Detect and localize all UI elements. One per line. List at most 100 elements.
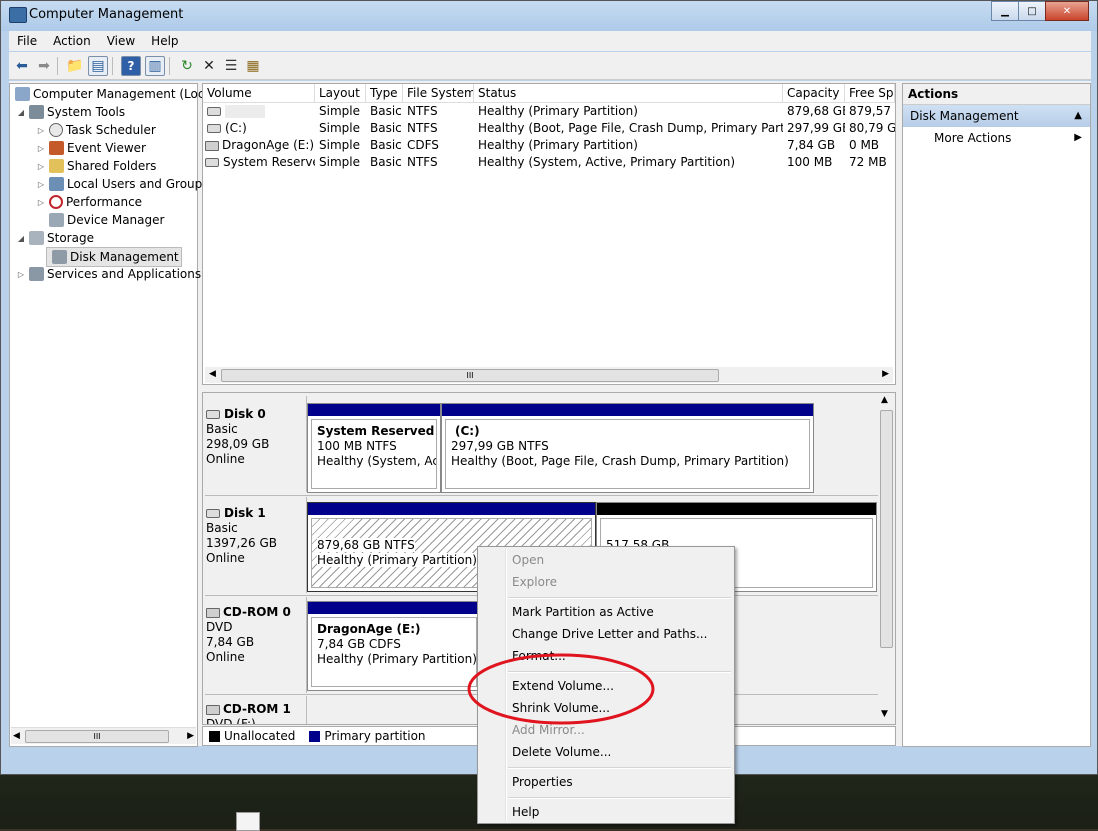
volume-icon [207, 124, 221, 133]
help-icon[interactable]: ? [121, 55, 141, 76]
tree-horizontal-scrollbar[interactable]: ◀ III ▶ [11, 727, 196, 744]
table-row[interactable]: DragonAge (E:) Simple Basic CDFS Healthy… [203, 137, 895, 154]
menu-file[interactable]: File [9, 34, 45, 48]
close-button[interactable]: ✕ [1045, 1, 1089, 21]
console-tree: Computer Management (Local ◢ System Tool… [9, 83, 215, 747]
scroll-right-icon[interactable]: ▶ [882, 369, 889, 379]
cdrom-0-info[interactable]: CD-ROM 0 DVD 7,84 GB Online [206, 605, 304, 665]
volume-icon [205, 158, 219, 167]
tree-node-storage[interactable]: ◢ Storage [16, 229, 94, 247]
graph-scroll-thumb[interactable] [880, 410, 893, 648]
tree-node-root[interactable]: Computer Management (Local [12, 85, 215, 103]
tree-scroll-thumb[interactable]: III [25, 730, 169, 743]
menu-properties[interactable]: Properties [512, 773, 573, 791]
disk-0-info[interactable]: Disk 0 Basic 298,09 GB Online [206, 407, 304, 467]
properties-icon[interactable]: ☰ [222, 57, 240, 75]
expand-arrow-icon[interactable]: ▷ [36, 126, 46, 135]
menu-format[interactable]: Format... [512, 647, 566, 665]
tree-node-device-manager[interactable]: Device Manager [46, 211, 164, 229]
export-icon[interactable]: ▦ [244, 57, 262, 75]
scroll-up-icon[interactable]: ▲ [881, 395, 888, 405]
expand-arrow-icon[interactable]: ▷ [36, 162, 46, 171]
column-capacity[interactable]: Capacity [783, 84, 845, 102]
event-viewer-icon [49, 141, 64, 155]
column-type[interactable]: Type [366, 84, 403, 102]
refresh-icon[interactable]: ↻ [178, 57, 196, 75]
submenu-arrow-icon: ▶ [1074, 132, 1082, 143]
menu-extend-volume[interactable]: Extend Volume... [512, 677, 614, 695]
show-hide-tree-icon[interactable]: ▤ [88, 55, 108, 76]
volume-list-horizontal-scrollbar[interactable]: ◀ III ▶ [205, 367, 893, 383]
table-row[interactable]: System Reserved Simple Basic NTFS Health… [203, 154, 895, 171]
scroll-down-icon[interactable]: ▼ [881, 709, 888, 719]
menu-shrink-volume[interactable]: Shrink Volume... [512, 699, 610, 717]
tree-node-disk-management[interactable]: Disk Management [46, 247, 182, 267]
scroll-left-icon[interactable]: ◀ [209, 369, 216, 379]
legend-unallocated: Unallocated [224, 729, 296, 743]
menu-help[interactable]: Help [512, 803, 539, 821]
delete-x-icon[interactable]: ✕ [200, 57, 218, 75]
menu-change-drive-letter[interactable]: Change Drive Letter and Paths... [512, 625, 707, 643]
menu-open[interactable]: Open [512, 551, 544, 569]
partition-c-drive[interactable]: (C:) 297,99 GB NTFS Healthy (Boot, Page … [441, 403, 814, 493]
partition-dragonage[interactable]: DragonAge (E:) 7,84 GB CDFS Healthy (Pri… [307, 601, 481, 691]
volume-list: Volume Layout Type File System Status Ca… [202, 83, 896, 385]
tree-node-services[interactable]: ▷ Services and Applications [16, 265, 201, 283]
menu-mark-active[interactable]: Mark Partition as Active [512, 603, 654, 621]
menu-add-mirror[interactable]: Add Mirror... [512, 721, 585, 739]
collapse-arrow-icon[interactable]: ◢ [16, 234, 26, 243]
table-row[interactable]: (C:) Simple Basic NTFS Healthy (Boot, Pa… [203, 120, 895, 137]
maximize-button[interactable]: □ [1018, 1, 1046, 21]
back-arrow-icon[interactable]: ⬅ [13, 57, 31, 75]
partition-system-reserved[interactable]: System Reserved 100 MB NTFS Healthy (Sys… [307, 403, 441, 493]
column-status[interactable]: Status [474, 84, 783, 102]
forward-arrow-icon[interactable]: ➡ [35, 57, 53, 75]
title-bar[interactable]: Computer Management ▁ □ ✕ [1, 1, 1097, 31]
minimize-button[interactable]: ▁ [991, 1, 1019, 21]
legend-primary: Primary partition [324, 729, 426, 743]
properties-pane-icon[interactable]: ▥ [145, 55, 165, 76]
menu-help[interactable]: Help [143, 34, 186, 48]
cdrom-1-info[interactable]: CD-ROM 1 DVD (F:) [206, 702, 304, 724]
expand-arrow-icon[interactable]: ▷ [16, 270, 26, 279]
scroll-left-icon[interactable]: ◀ [13, 731, 20, 741]
menu-action[interactable]: Action [45, 34, 99, 48]
selected-volume-highlight [225, 105, 265, 118]
column-file-system[interactable]: File System [403, 84, 474, 102]
menu-delete-volume[interactable]: Delete Volume... [512, 743, 611, 761]
menu-view[interactable]: View [99, 34, 143, 48]
volume-list-scroll-thumb[interactable]: III [221, 369, 719, 382]
actions-pane: Actions Disk Management ▲ More Actions ▶ [902, 83, 1091, 747]
expand-arrow-icon[interactable]: ▷ [36, 198, 46, 207]
tree-node-shared-folders[interactable]: ▷ Shared Folders [36, 157, 156, 175]
table-row[interactable]: Simple Basic NTFS Healthy (Primary Parti… [203, 103, 895, 120]
collapse-arrow-icon[interactable]: ◢ [16, 108, 26, 117]
desktop-file-icon[interactable] [236, 812, 260, 831]
graph-vertical-scrollbar[interactable]: ▲ ▼ [878, 395, 894, 721]
menu-explore[interactable]: Explore [512, 573, 557, 591]
disk-1-info[interactable]: Disk 1 Basic 1397,26 GB Online [206, 506, 304, 566]
primary-partition-swatch [309, 730, 321, 742]
more-actions[interactable]: More Actions ▶ [903, 127, 1090, 149]
collapse-up-icon[interactable]: ▲ [1074, 105, 1082, 127]
tree-node-performance[interactable]: ▷ Performance [36, 193, 142, 211]
context-menu: Open Explore Mark Partition as Active Ch… [477, 546, 735, 824]
column-layout[interactable]: Layout [315, 84, 366, 102]
scroll-right-icon[interactable]: ▶ [187, 731, 194, 741]
disk-management-icon [52, 250, 67, 264]
computer-management-icon [9, 7, 27, 23]
up-folder-icon[interactable]: 📁 [66, 57, 84, 75]
column-volume[interactable]: Volume [203, 84, 315, 102]
actions-group-disk-management[interactable]: Disk Management ▲ [903, 105, 1090, 127]
expand-arrow-icon[interactable]: ▷ [36, 180, 46, 189]
column-free-space[interactable]: Free Spa [845, 84, 895, 102]
tree-node-local-users[interactable]: ▷ Local Users and Groups [36, 175, 209, 193]
storage-icon [29, 231, 44, 245]
expand-arrow-icon[interactable]: ▷ [36, 144, 46, 153]
tree-node-event-viewer[interactable]: ▷ Event Viewer [36, 139, 146, 157]
device-manager-icon [49, 213, 64, 227]
tree-node-task-scheduler[interactable]: ▷ Task Scheduler [36, 121, 156, 139]
disk-icon [206, 410, 220, 419]
cd-drive-icon [205, 140, 219, 151]
tree-node-system-tools[interactable]: ◢ System Tools [16, 103, 125, 121]
